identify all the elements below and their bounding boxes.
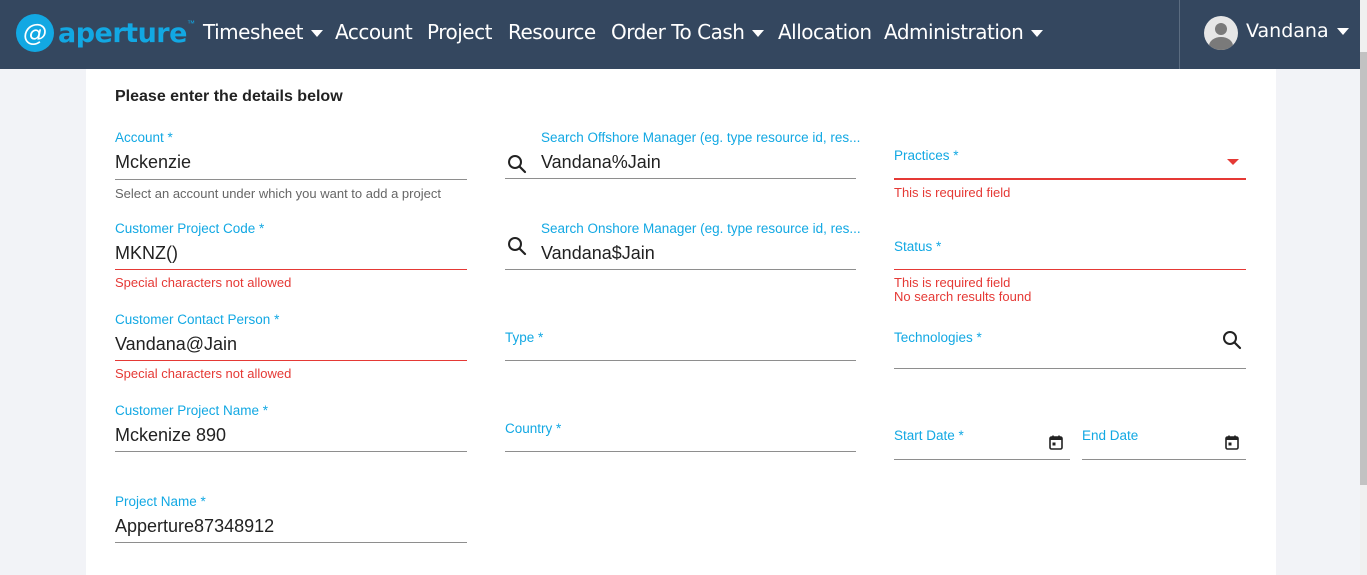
form-title: Please enter the details below bbox=[115, 88, 343, 105]
type-label: Type * bbox=[505, 330, 544, 345]
type-field[interactable]: Type * bbox=[505, 327, 856, 367]
practices-underline bbox=[894, 178, 1246, 180]
nav-account-label: Account bbox=[335, 20, 413, 44]
onshore-manager-label: Search Onshore Manager (eg. type resourc… bbox=[541, 221, 861, 236]
onshore-manager-search[interactable]: Search Onshore Manager (eg. type resourc… bbox=[505, 220, 861, 280]
customer-contact-person-field[interactable]: Customer Contact Person * Vandana@Jain S… bbox=[115, 311, 467, 386]
type-underline bbox=[505, 360, 856, 361]
customer-contact-person-underline bbox=[115, 360, 467, 361]
offshore-manager-search[interactable]: Search Offshore Manager (eg. type resour… bbox=[505, 129, 860, 189]
user-name-label: Vandana bbox=[1246, 20, 1329, 42]
practices-label: Practices * bbox=[894, 148, 959, 163]
status-underline bbox=[894, 269, 1246, 270]
status-error-no-results: No search results found bbox=[894, 289, 1032, 304]
customer-project-code-error: Special characters not allowed bbox=[115, 275, 292, 290]
nav-account[interactable]: Account bbox=[335, 20, 413, 44]
customer-project-name-label: Customer Project Name * bbox=[115, 403, 269, 418]
user-menu[interactable]: Vandana bbox=[1179, 0, 1359, 69]
end-date-underline bbox=[1082, 459, 1246, 460]
calendar-icon[interactable] bbox=[1049, 435, 1063, 450]
project-name-underline bbox=[115, 542, 467, 543]
account-hint: Select an account under which you want t… bbox=[115, 186, 441, 201]
project-name-value[interactable]: Apperture87348912 bbox=[115, 516, 274, 537]
search-icon[interactable] bbox=[507, 154, 527, 174]
offshore-manager-underline bbox=[505, 178, 856, 179]
project-name-field[interactable]: Project Name * Apperture87348912 bbox=[115, 493, 467, 553]
nav-resource[interactable]: Resource bbox=[508, 20, 596, 44]
user-name[interactable]: Vandana bbox=[1246, 20, 1349, 42]
search-icon[interactable] bbox=[1222, 330, 1242, 350]
nav-administration-label: Administration bbox=[884, 20, 1024, 44]
country-underline bbox=[505, 451, 856, 452]
end-date-field[interactable]: End Date bbox=[1082, 425, 1246, 461]
status-label: Status * bbox=[894, 239, 942, 254]
customer-project-code-underline bbox=[115, 269, 467, 270]
technologies-underline bbox=[894, 368, 1246, 369]
nav-project-label: Project bbox=[427, 20, 492, 44]
nav-timesheet[interactable]: Timesheet bbox=[203, 20, 323, 44]
scrollbar-thumb[interactable] bbox=[1360, 52, 1367, 485]
status-error: This is required field bbox=[894, 275, 1011, 290]
page-scrollbar[interactable] bbox=[1360, 0, 1367, 575]
end-date-label: End Date bbox=[1082, 428, 1139, 443]
chevron-down-icon bbox=[752, 30, 765, 37]
chevron-down-icon[interactable] bbox=[1227, 159, 1239, 165]
nav-administration[interactable]: Administration bbox=[884, 20, 1044, 44]
calendar-icon[interactable] bbox=[1225, 435, 1239, 450]
nav-order-to-cash-label: Order To Cash bbox=[611, 20, 745, 44]
customer-contact-person-label: Customer Contact Person * bbox=[115, 312, 280, 327]
brand-name: aperture bbox=[58, 17, 187, 49]
chevron-down-icon bbox=[311, 30, 323, 37]
project-form-card: Please enter the details below Account *… bbox=[86, 69, 1276, 575]
technologies-label: Technologies * bbox=[894, 330, 982, 345]
nav-project[interactable]: Project bbox=[427, 20, 492, 44]
customer-project-name-value[interactable]: Mckenize 890 bbox=[115, 425, 226, 446]
project-name-label: Project Name * bbox=[115, 494, 206, 509]
search-icon[interactable] bbox=[507, 236, 527, 256]
onshore-manager-underline bbox=[505, 269, 856, 270]
nav-timesheet-label: Timesheet bbox=[203, 20, 304, 44]
customer-contact-person-value[interactable]: Vandana@Jain bbox=[115, 334, 237, 355]
offshore-manager-value[interactable]: Vandana%Jain bbox=[541, 152, 661, 173]
start-date-label: Start Date * bbox=[894, 428, 964, 443]
chevron-down-icon bbox=[1336, 28, 1349, 35]
start-date-underline bbox=[894, 459, 1070, 460]
technologies-field[interactable]: Technologies * bbox=[894, 327, 1246, 369]
avatar-icon bbox=[1204, 16, 1238, 50]
practices-error: This is required field bbox=[894, 185, 1011, 200]
nav-allocation[interactable]: Allocation bbox=[778, 20, 872, 44]
country-field[interactable]: Country * bbox=[505, 418, 856, 458]
chevron-down-icon bbox=[1031, 30, 1044, 37]
nav-order-to-cash[interactable]: Order To Cash bbox=[611, 20, 765, 44]
customer-project-name-underline bbox=[115, 451, 467, 452]
start-date-field[interactable]: Start Date * bbox=[894, 425, 1070, 461]
account-underline bbox=[115, 179, 467, 180]
account-value[interactable]: Mckenzie bbox=[115, 152, 191, 173]
customer-project-code-label: Customer Project Code * bbox=[115, 221, 265, 236]
customer-contact-person-error: Special characters not allowed bbox=[115, 366, 292, 381]
brand-mark-icon: @ bbox=[16, 14, 54, 52]
country-label: Country * bbox=[505, 421, 562, 436]
customer-project-name-field[interactable]: Customer Project Name * Mckenize 890 bbox=[115, 402, 467, 462]
account-label: Account * bbox=[115, 130, 173, 145]
brand-trademark: ™ bbox=[186, 18, 195, 28]
offshore-manager-label: Search Offshore Manager (eg. type resour… bbox=[541, 130, 861, 145]
status-field[interactable]: Status * This is required field No searc… bbox=[894, 236, 1246, 306]
account-field[interactable]: Account * Mckenzie Select an account und… bbox=[115, 129, 467, 204]
nav-resource-label: Resource bbox=[508, 20, 596, 44]
practices-select[interactable]: Practices * This is required field bbox=[894, 145, 1246, 205]
nav-allocation-label: Allocation bbox=[778, 20, 872, 44]
top-navbar: @ aperture ™ Timesheet Account Project Re… bbox=[0, 0, 1367, 69]
customer-project-code-value[interactable]: MKNZ() bbox=[115, 243, 178, 264]
brand-logo[interactable]: @ aperture ™ bbox=[16, 14, 195, 52]
onshore-manager-value[interactable]: Vandana$Jain bbox=[541, 243, 655, 264]
customer-project-code-field[interactable]: Customer Project Code * MKNZ() Special c… bbox=[115, 220, 467, 295]
